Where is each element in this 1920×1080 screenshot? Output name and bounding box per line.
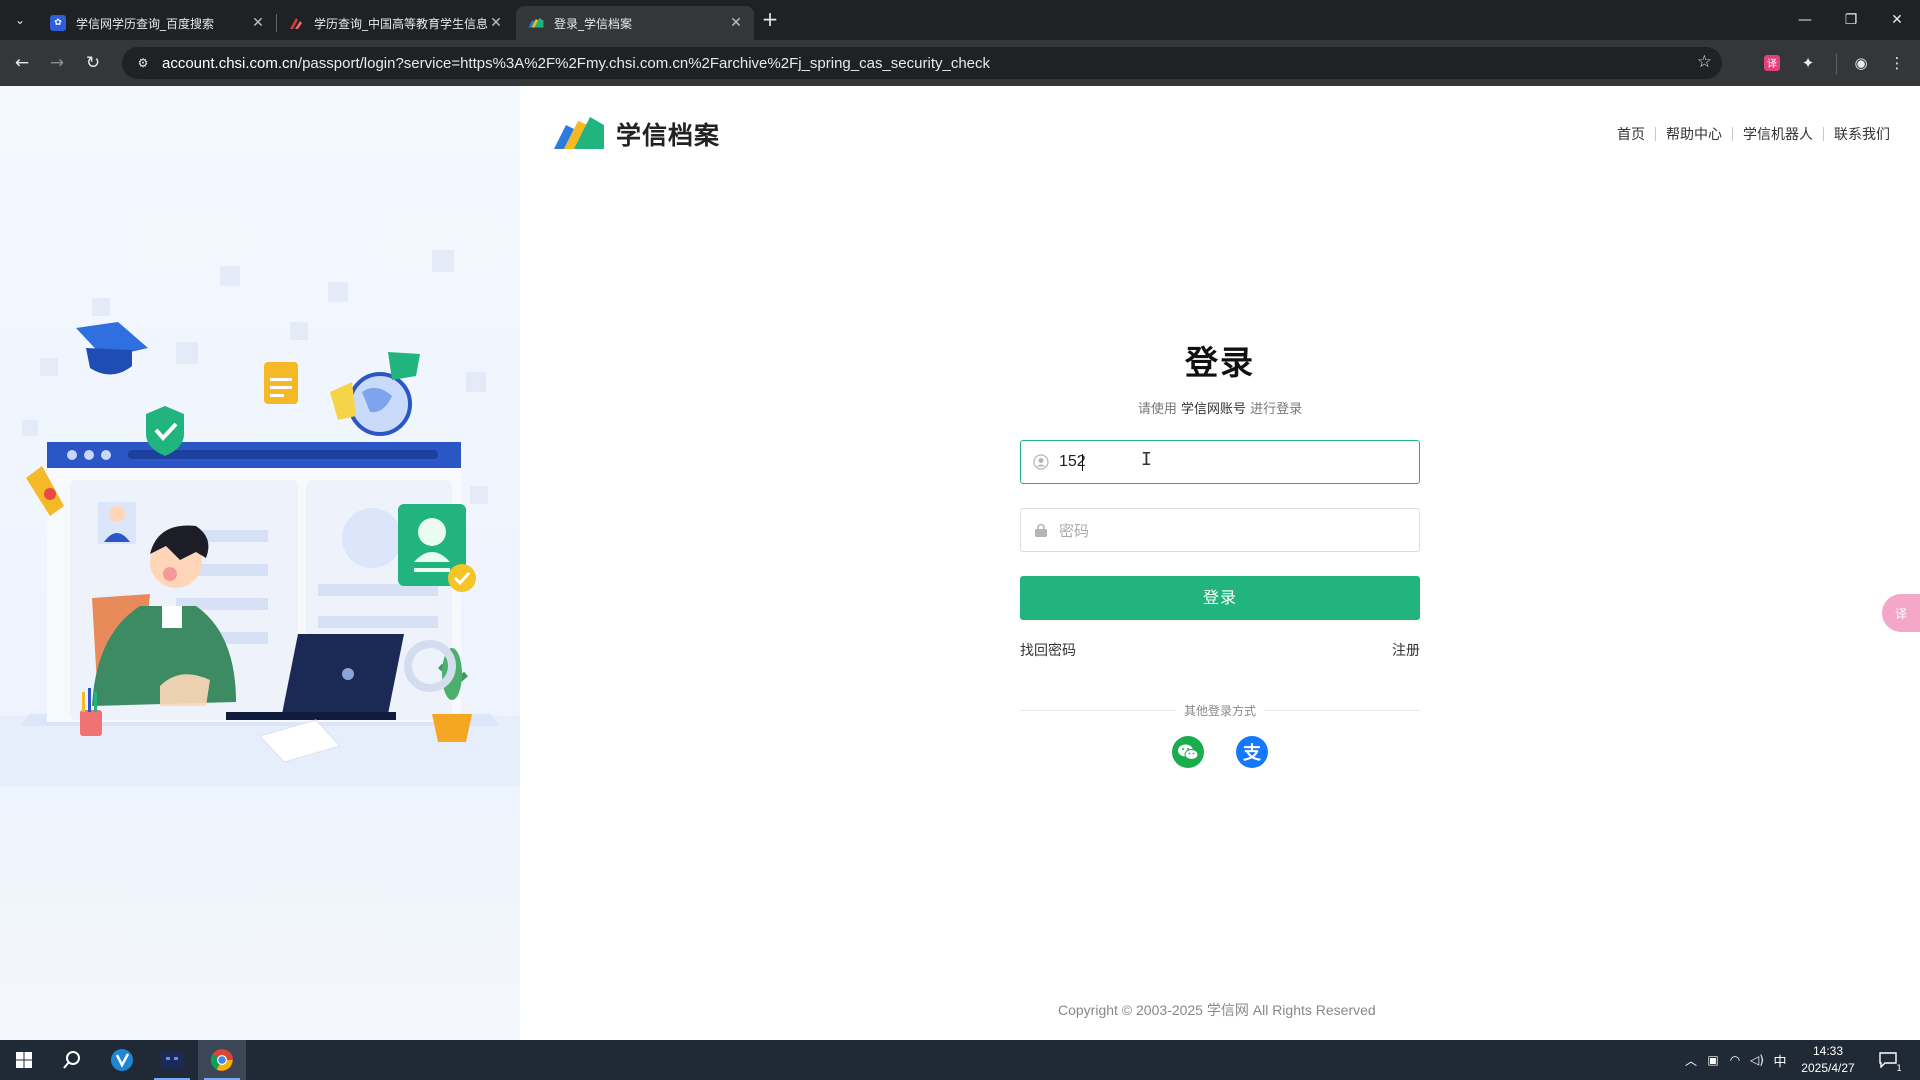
translate-extension-icon[interactable]: 译 [1761,52,1783,74]
close-tab-icon[interactable]: ✕ [728,15,744,31]
nav-divider [1655,127,1656,141]
footer-copyright: Copyright © 2003-2025 学信网 All Rights Res… [1058,1002,1376,1018]
login-title: 登录 [1185,343,1255,382]
mouse-ibeam-cursor-icon: I [1141,449,1152,470]
register-link[interactable]: 注册 [1392,640,1420,660]
volume-icon[interactable]: ◁) [1746,1053,1768,1067]
xuexin-logo-icon [554,117,604,149]
nav-robot-link[interactable]: 学信机器人 [1743,124,1813,144]
windows-start-icon[interactable] [0,1040,48,1080]
url-text: account.chsi.com.cn/passport/login?servi… [162,54,991,72]
show-hidden-icons-chevron-icon[interactable]: ︿ [1680,1052,1702,1069]
bookmark-star-icon[interactable]: ☆ [1697,52,1712,72]
back-arrow-icon[interactable]: ← [8,49,36,77]
wechat-login-icon[interactable] [1172,736,1204,768]
app-v-taskbar-icon[interactable] [98,1040,146,1080]
ime-indicator[interactable]: 中 [1768,1051,1792,1070]
toolbar-divider [1836,54,1837,74]
usb-device-icon[interactable]: ▣ [1702,1053,1724,1067]
system-tray: ︿ ▣ ◠ ◁) 中 [1680,1040,1792,1080]
other-login-methods-label: 其他登录方式 [1175,702,1265,719]
chsi-red-logo-icon [288,15,304,31]
forgot-password-link[interactable]: 找回密码 [1020,640,1076,660]
profile-avatar-icon[interactable]: ◉ [1850,52,1872,74]
nav-home-link[interactable]: 首页 [1617,124,1645,144]
baidu-paw-icon: ✿ [50,15,66,31]
tab-title: 登录_学信档案 [554,16,633,31]
lock-icon [1033,522,1049,538]
minimize-window-icon[interactable]: — [1782,0,1828,40]
notification-center-icon[interactable]: 1 [1868,1040,1908,1080]
close-tab-icon[interactable]: ✕ [488,15,504,31]
address-bar[interactable]: ⚙ account.chsi.com.cn/passport/login?ser… [122,47,1722,79]
login-form: 登录 请使用 学信网账号 进行登录 152 I 密码 登录 找回密码 注册 其他… [1020,336,1420,768]
forward-arrow-icon[interactable]: → [43,49,71,77]
site-info-tune-icon[interactable]: ⚙ [134,54,152,72]
top-navigation: 首页 帮助中心 学信机器人 联系我们 [1617,124,1890,144]
password-field[interactable]: 密码 [1020,508,1420,552]
search-icon[interactable] [48,1040,96,1080]
login-subtitle: 请使用 学信网账号 进行登录 [1137,402,1303,417]
app-terminal-taskbar-icon[interactable] [148,1040,196,1080]
account-type-text: 学信网账号 [1180,402,1246,417]
page-content: 学信档案 首页 帮助中心 学信机器人 联系我们 登录 请使用 学信网账号 进行登… [0,86,1920,1040]
close-window-icon[interactable]: ✕ [1874,0,1920,40]
clock-date: 2025/4/27 [1801,1061,1855,1075]
browser-tab-baidu[interactable]: ✿ 学信网学历查询_百度搜索 ✕ [38,6,276,40]
nav-divider [1823,127,1824,141]
other-login-methods-divider: 其他登录方式 [1020,702,1420,719]
restore-window-icon[interactable]: ❐ [1828,0,1874,40]
nav-help-link[interactable]: 帮助中心 [1666,124,1722,144]
left-illustration-panel [0,86,520,1040]
clock-time: 14:33 [1812,1044,1844,1058]
alipay-login-icon[interactable]: 支 [1236,736,1268,768]
browser-menu-icon[interactable]: ⋮ [1886,52,1908,74]
brand-name: 学信档案 [616,121,721,150]
text-caret [1081,453,1083,471]
password-placeholder: 密码 [1059,521,1090,540]
nav-contact-link[interactable]: 联系我们 [1834,124,1890,144]
reload-icon[interactable]: ↻ [79,49,107,77]
browser-tab-login[interactable]: 登录_学信档案 ✕ [516,6,754,40]
notification-count: 1 [1896,1064,1902,1074]
browser-toolbar: ← → ↻ ⚙ account.chsi.com.cn/passport/log… [0,40,1920,86]
xuexin-logo-icon [528,15,544,31]
tab-title: 学历查询_中国高等教育学生信息网 [314,16,488,31]
login-submit-button[interactable]: 登录 [1020,576,1420,620]
login-links: 找回密码 注册 [1020,640,1420,660]
username-field[interactable]: 152 I [1020,440,1420,484]
tab-title: 学信网学历查询_百度搜索 [76,16,215,31]
user-icon [1033,454,1049,470]
close-tab-icon[interactable]: ✕ [250,15,266,31]
tab-search-chevron-icon[interactable]: ⌄ [8,8,32,32]
office-illustration [0,250,520,786]
taskbar-clock[interactable]: 14:33 2025/4/27 [1790,1043,1866,1077]
floating-translate-icon[interactable]: 译 [1882,594,1920,632]
extensions-puzzle-icon[interactable]: ✦ [1797,52,1819,74]
new-tab-plus-icon[interactable]: + [758,8,782,32]
windows-taskbar: ︿ ▣ ◠ ◁) 中 14:33 2025/4/27 1 [0,1040,1920,1080]
network-icon[interactable]: ◠ [1724,1053,1746,1067]
chrome-taskbar-icon[interactable] [198,1040,246,1080]
svg-text:译: 译 [1767,58,1777,70]
nav-divider [1732,127,1733,141]
browser-tab-chsi[interactable]: 学历查询_中国高等教育学生信息网 ✕ [276,6,514,40]
brand-logo[interactable]: 学信档案 [552,116,720,152]
browser-tab-strip: ⌄ ✿ 学信网学历查询_百度搜索 ✕ 学历查询_中国高等教育学生信息网 ✕ 登录… [0,0,1920,40]
